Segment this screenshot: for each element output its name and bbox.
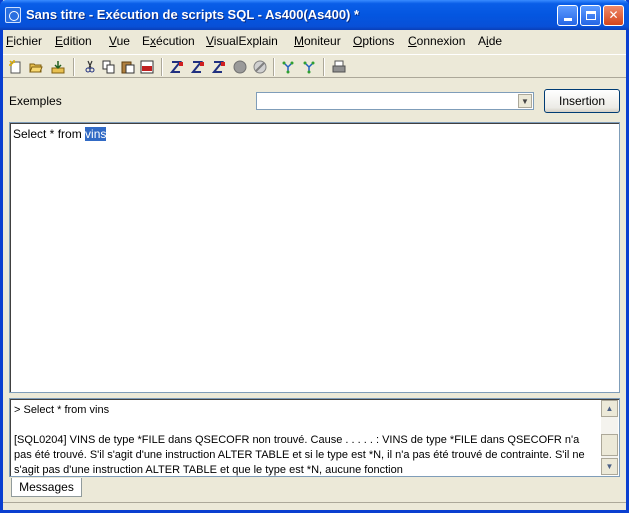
minimize-button[interactable] xyxy=(557,5,578,26)
copy-button[interactable] xyxy=(100,58,118,76)
sql-icon xyxy=(140,60,154,74)
chevron-down-icon[interactable]: ▼ xyxy=(518,94,532,108)
message-line xyxy=(14,418,598,433)
app-icon[interactable] xyxy=(5,7,21,23)
scroll-thumb[interactable] xyxy=(601,434,618,456)
menu-visualexplain[interactable]: VisualExplain xyxy=(206,34,278,48)
explain-icon xyxy=(282,61,294,74)
save-icon xyxy=(51,61,65,74)
run-selected-icon xyxy=(212,61,225,73)
menu-vue[interactable]: Vue xyxy=(109,34,130,48)
menu-options[interactable]: Options xyxy=(353,34,394,48)
cancel-button[interactable] xyxy=(251,58,269,76)
minimize-icon xyxy=(563,18,572,21)
scroll-up-icon[interactable]: ▲ xyxy=(601,400,618,417)
menu-moniteur[interactable]: Moniteur xyxy=(294,34,341,48)
save-button[interactable] xyxy=(49,58,67,76)
paste-button[interactable] xyxy=(119,58,137,76)
messages-scrollbar[interactable]: ▲ ▼ xyxy=(601,400,618,475)
sql-editor[interactable]: Select * from vins xyxy=(9,122,620,393)
run-selected-button[interactable] xyxy=(210,58,228,76)
run-all-button[interactable] xyxy=(168,58,186,76)
stop-button[interactable] xyxy=(231,58,249,76)
new-button[interactable] xyxy=(7,58,25,76)
messages-panel[interactable]: > Select * from vins [SQL0204] VINS de t… xyxy=(9,398,620,477)
maximize-button[interactable] xyxy=(580,5,601,26)
close-button[interactable]: ✕ xyxy=(603,5,624,26)
examples-dropdown[interactable]: ▼ xyxy=(256,92,534,110)
sql-script-window: Sans titre - Exécution de scripts SQL - … xyxy=(0,0,629,513)
examples-label: Exemples xyxy=(9,94,62,108)
maximize-icon xyxy=(585,11,596,20)
toolbar-separator xyxy=(323,58,325,76)
toolbar xyxy=(3,54,626,78)
run-all-icon xyxy=(170,61,183,73)
print-button[interactable] xyxy=(330,58,348,76)
explain-button[interactable] xyxy=(280,58,298,76)
open-folder-icon xyxy=(29,63,43,73)
tab-messages[interactable]: Messages xyxy=(11,478,82,497)
new-file-icon xyxy=(9,60,21,74)
messages-text: > Select * from vins [SQL0204] VINS de t… xyxy=(14,403,598,476)
stop-icon xyxy=(233,60,247,74)
explain-run-button[interactable] xyxy=(301,58,319,76)
scroll-down-icon[interactable]: ▼ xyxy=(601,458,618,475)
cut-button[interactable] xyxy=(81,58,99,76)
cut-icon xyxy=(85,60,95,73)
message-line: [SQL0204] VINS de type *FILE dans QSECOF… xyxy=(14,434,585,476)
insert-button[interactable]: Insertion xyxy=(544,89,620,113)
run-from-cursor-button[interactable] xyxy=(189,58,207,76)
message-line: > Select * from vins xyxy=(14,404,110,416)
menu-fichier[interactable]: Fichier xyxy=(6,34,42,48)
window-title: Sans titre - Exécution de scripts SQL - … xyxy=(26,7,360,22)
menu-aide[interactable]: Aide xyxy=(478,34,502,48)
toolbar-separator xyxy=(161,58,163,76)
copy-icon xyxy=(102,60,115,74)
run-from-cursor-icon xyxy=(191,61,204,73)
editor-line: Select * from vins xyxy=(13,127,107,141)
toolbar-separator xyxy=(73,58,75,76)
menu-connexion[interactable]: Connexion xyxy=(408,34,465,48)
paste-icon xyxy=(121,61,135,74)
menu-execution[interactable]: Exécution xyxy=(142,34,195,48)
title-bar[interactable]: Sans titre - Exécution de scripts SQL - … xyxy=(0,0,629,30)
open-button[interactable] xyxy=(27,58,45,76)
editor-text: Select * from xyxy=(13,127,86,141)
status-strip xyxy=(3,502,626,510)
explain-run-icon xyxy=(303,61,315,74)
menu-bar: Fichier Edition Vue Exécution VisualExpl… xyxy=(3,32,626,52)
cancel-icon xyxy=(253,60,267,74)
sql-button[interactable] xyxy=(138,58,156,76)
menu-edition[interactable]: Edition xyxy=(55,34,92,48)
toolbar-separator xyxy=(273,58,275,76)
editor-selection: vins xyxy=(85,127,107,141)
print-icon xyxy=(332,60,346,73)
